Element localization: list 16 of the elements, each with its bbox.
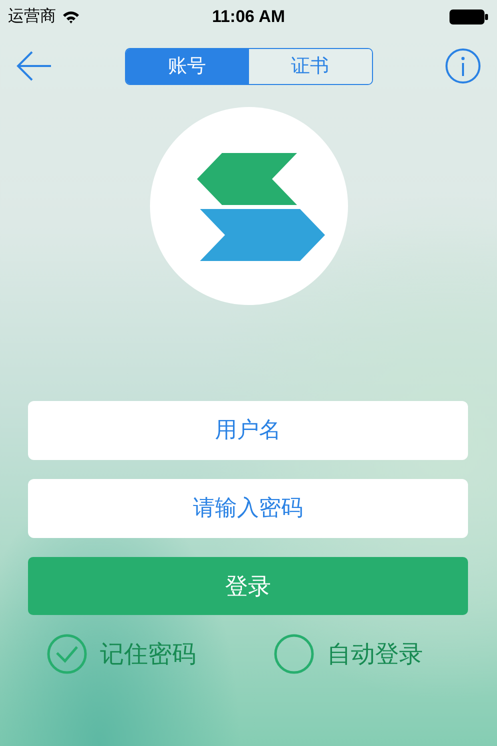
carrier-name: 运营商 xyxy=(8,6,56,27)
info-icon[interactable] xyxy=(445,48,481,84)
battery-icon xyxy=(449,8,489,24)
segment-tab[interactable]: 账号 xyxy=(126,48,248,84)
clock-time: 11:06 AM xyxy=(212,6,286,26)
checked-circle-icon[interactable] xyxy=(47,634,87,674)
option-label[interactable]: 记住密码 xyxy=(100,638,196,670)
wifi-icon xyxy=(62,10,80,24)
back-arrow-icon[interactable] xyxy=(16,51,52,81)
username-field[interactable]: 用户名 xyxy=(28,401,468,460)
login-button[interactable]: 登录 xyxy=(28,557,468,615)
password-field[interactable]: 请输入密码 xyxy=(28,479,468,538)
empty-circle-icon[interactable] xyxy=(274,634,314,674)
option-label[interactable]: 自动登录 xyxy=(327,638,423,670)
segment-tab[interactable]: 证书 xyxy=(248,48,372,84)
logo-icon xyxy=(150,107,348,305)
